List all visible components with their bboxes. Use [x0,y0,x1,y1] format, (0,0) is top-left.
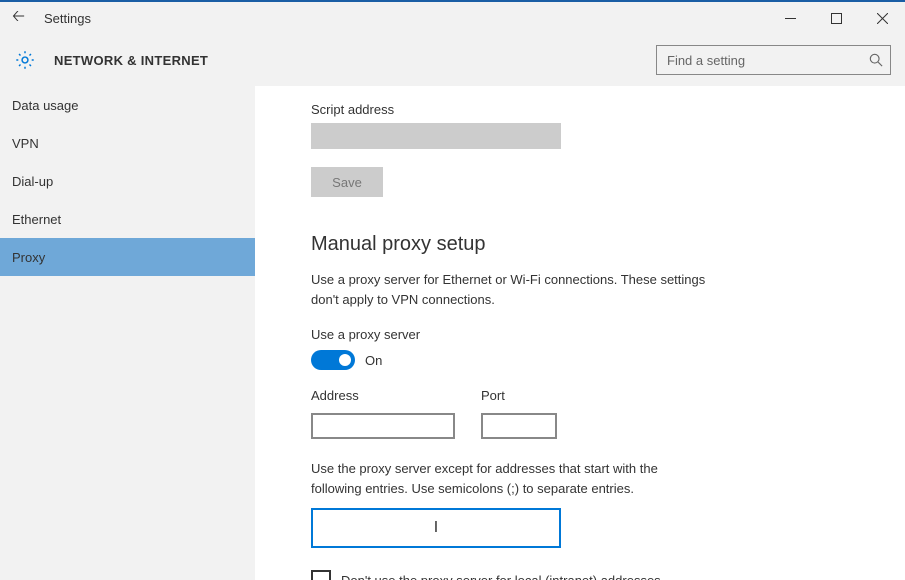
toggle-state-label: On [365,353,382,368]
sidebar-item-label: VPN [12,136,39,151]
sidebar-item-vpn[interactable]: VPN [0,124,255,162]
back-button[interactable]: 🡠 [12,5,36,32]
search-wrap [656,45,891,75]
section-name: NETWORK & INTERNET [54,53,208,68]
window-controls [767,2,905,34]
window-title: Settings [44,11,91,26]
address-port-row: Address Port [311,388,865,439]
sidebar: Data usage VPN Dial-up Ethernet Proxy [0,86,255,580]
use-proxy-label: Use a proxy server [311,327,865,342]
text-cursor-icon: I [434,519,438,537]
maximize-button[interactable] [813,2,859,34]
script-save-button: Save [311,167,383,197]
manual-proxy-desc: Use a proxy server for Ethernet or Wi-Fi… [311,270,711,309]
search-input[interactable] [656,45,891,75]
script-address-label: Script address [311,102,865,117]
address-col: Address [311,388,455,439]
sidebar-item-label: Proxy [12,250,45,265]
manual-proxy-heading: Manual proxy setup [311,233,865,256]
local-bypass-checkbox[interactable] [311,570,331,580]
port-col: Port [481,388,557,439]
address-label: Address [311,388,455,403]
close-button[interactable] [859,2,905,34]
gear-icon [14,49,36,71]
sidebar-item-proxy[interactable]: Proxy [0,238,255,276]
proxy-toggle[interactable] [311,350,355,370]
sidebar-item-data-usage[interactable]: Data usage [0,86,255,124]
sidebar-item-label: Data usage [12,98,79,113]
minimize-button[interactable] [767,2,813,34]
body: Data usage VPN Dial-up Ethernet Proxy Sc… [0,86,905,580]
script-address-input[interactable] [311,123,561,149]
port-input[interactable] [481,413,557,439]
sidebar-item-label: Ethernet [12,212,61,227]
sidebar-item-label: Dial-up [12,174,53,189]
sidebar-item-ethernet[interactable]: Ethernet [0,200,255,238]
titlebar: 🡠 Settings [0,2,905,34]
search-icon [869,53,883,67]
exceptions-desc: Use the proxy server except for addresse… [311,459,671,498]
proxy-toggle-row: On [311,350,865,370]
exceptions-input[interactable]: I [311,508,561,548]
header-row: NETWORK & INTERNET [0,34,905,86]
port-label: Port [481,388,557,403]
sidebar-item-dialup[interactable]: Dial-up [0,162,255,200]
local-bypass-row: Don't use the proxy server for local (in… [311,570,865,580]
local-bypass-label: Don't use the proxy server for local (in… [341,573,661,580]
address-input[interactable] [311,413,455,439]
main-panel: Script address Save Manual proxy setup U… [255,86,905,580]
toggle-knob [339,354,351,366]
